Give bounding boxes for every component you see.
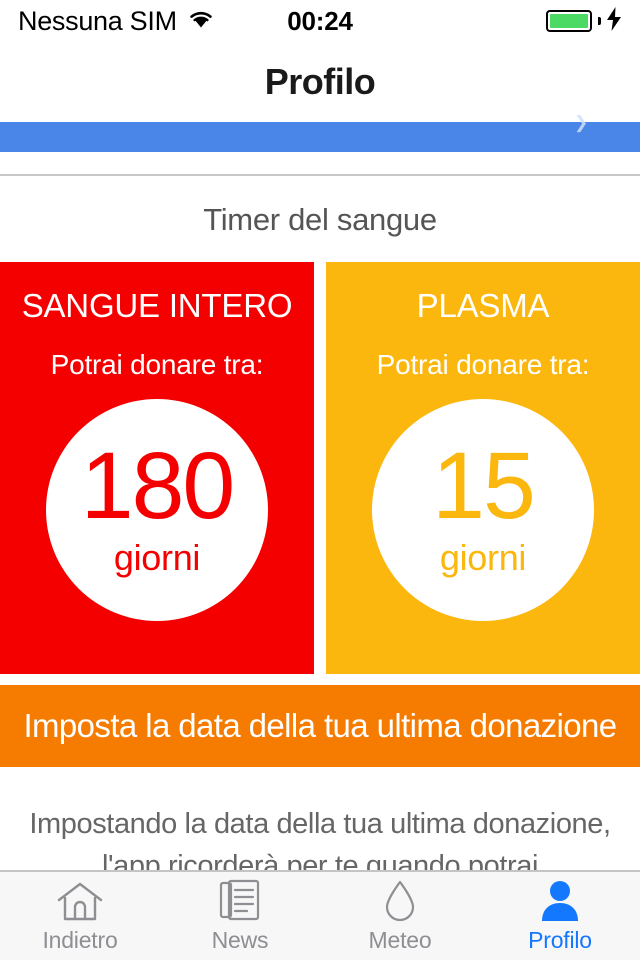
person-icon	[538, 879, 582, 923]
card-plasma-countdown: 15 giorni	[372, 399, 594, 621]
tab-news-label: News	[211, 926, 269, 953]
strip-gap	[0, 152, 640, 174]
tab-indietro[interactable]: Indietro	[0, 872, 160, 960]
tab-news[interactable]: News	[160, 872, 320, 960]
card-plasma-days-unit: giorni	[439, 537, 527, 579]
status-bar-time: 00:24	[287, 5, 353, 36]
card-plasma-title: PLASMA	[416, 287, 550, 324]
timer-cards: SANGUE INTERO Potrai donare tra: 180 gio…	[0, 262, 640, 674]
home-icon	[56, 879, 104, 923]
navigation-bar: Profilo	[0, 42, 640, 122]
set-last-donation-date-button[interactable]: Imposta la data della tua ultima donazio…	[0, 685, 640, 767]
battery-full-icon	[546, 10, 592, 32]
card-plasma[interactable]: PLASMA Potrai donare tra: 15 giorni	[326, 262, 640, 674]
card-whole-blood[interactable]: SANGUE INTERO Potrai donare tra: 180 gio…	[0, 262, 314, 674]
card-whole-blood-title: SANGUE INTERO	[21, 287, 293, 324]
tab-indietro-label: Indietro	[42, 926, 118, 953]
status-bar-right	[546, 6, 622, 36]
scroll-content[interactable]: ❯ Timer del sangue SANGUE INTERO Potrai …	[0, 114, 640, 887]
lightning-bolt-icon	[606, 6, 622, 36]
partial-row-above[interactable]: ❯	[0, 114, 640, 152]
tab-profilo-label: Profilo	[528, 926, 592, 953]
card-whole-blood-countdown: 180 giorni	[46, 399, 268, 621]
status-bar: Nessuna SIM 00:24	[0, 0, 640, 42]
chevron-right-icon: ❯	[574, 113, 589, 132]
card-plasma-days-value: 15	[432, 432, 536, 539]
card-plasma-subtitle: Potrai donare tra:	[376, 349, 590, 380]
newspaper-icon	[218, 879, 262, 923]
cards-button-gap	[0, 674, 640, 685]
water-drop-icon	[382, 879, 418, 923]
page-title: Profilo	[264, 61, 376, 102]
tab-profilo[interactable]: Profilo	[480, 872, 640, 960]
tab-meteo[interactable]: Meteo	[320, 872, 480, 960]
card-whole-blood-days-value: 180	[80, 432, 236, 539]
footnote-text: Impostando la data della tua ultima dona…	[0, 767, 640, 887]
section-title: Timer del sangue	[203, 202, 437, 237]
footnote-line-1: Impostando la data della tua ultima dona…	[29, 808, 611, 840]
battery-nub-icon	[598, 17, 601, 25]
tab-bar: Indietro News Meteo Profilo	[0, 870, 640, 960]
card-whole-blood-days-unit: giorni	[113, 537, 201, 579]
tab-meteo-label: Meteo	[368, 926, 432, 953]
card-whole-blood-subtitle: Potrai donare tra:	[50, 349, 264, 380]
